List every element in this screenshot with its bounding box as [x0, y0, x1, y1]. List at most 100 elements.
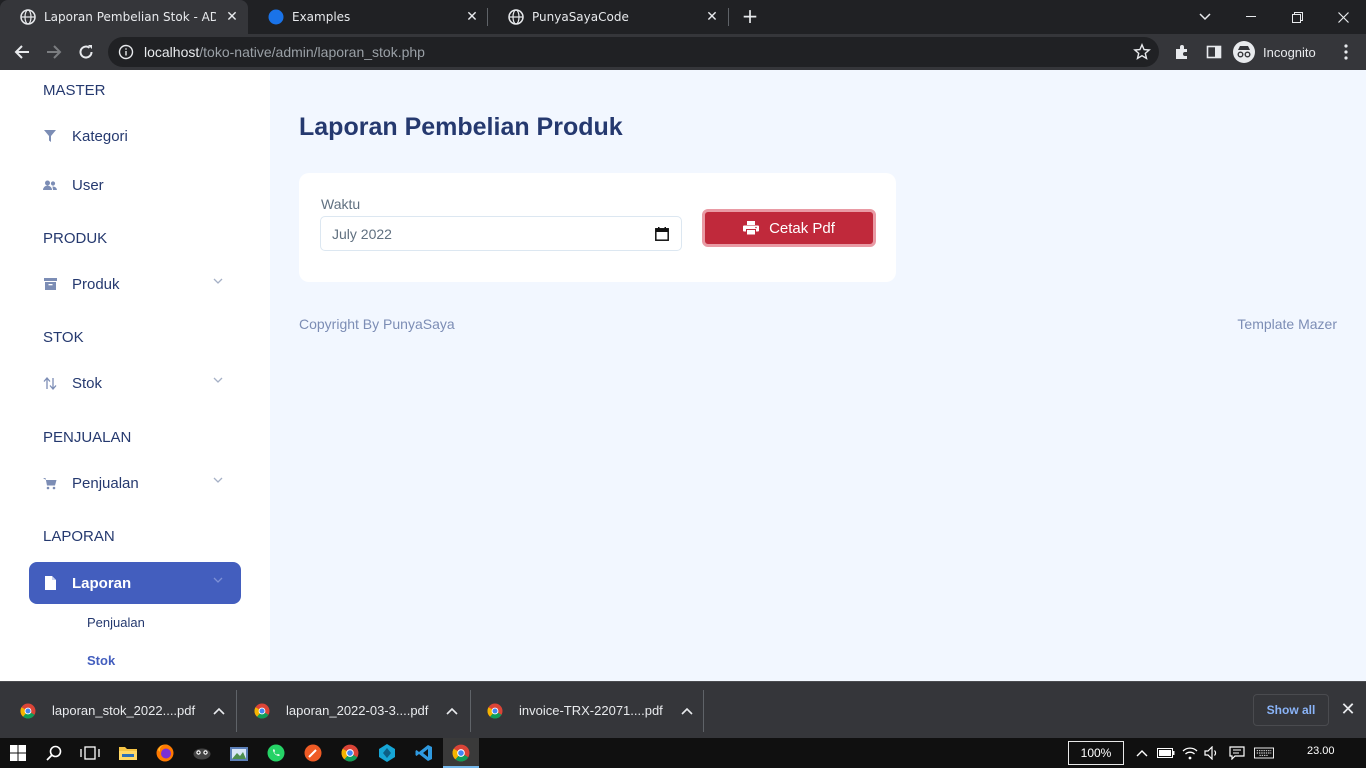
app-icon[interactable]	[377, 743, 397, 763]
postman-icon[interactable]	[303, 743, 323, 763]
close-tab-icon[interactable]: ✕	[464, 9, 480, 25]
sidebar-section-stok: STOK	[43, 329, 84, 346]
chevron-down-icon	[213, 477, 223, 483]
tray-chevron-up-icon[interactable]	[1132, 743, 1152, 763]
chevron-down-icon	[213, 278, 223, 284]
archive-icon	[43, 277, 57, 291]
task-view-icon[interactable]	[80, 743, 100, 763]
sidebar: MASTER Kategori User PRODUK Produk STOK …	[0, 70, 270, 681]
close-tab-icon[interactable]: ✕	[224, 9, 240, 25]
minimize-icon	[1246, 16, 1256, 17]
address-bar[interactable]: localhost/toko-native/admin/laporan_stok…	[108, 37, 1159, 67]
tab-title: PunyaSayaCode	[532, 10, 629, 24]
file-explorer-icon[interactable]	[118, 743, 138, 763]
incognito-indicator[interactable]: Incognito	[1233, 39, 1316, 65]
zoom-level[interactable]: 100%	[1068, 741, 1124, 765]
more-vertical-icon	[1344, 44, 1348, 60]
sidebar-item-label: Penjualan	[72, 474, 139, 492]
printer-icon	[743, 221, 760, 235]
battery-icon[interactable]	[1156, 743, 1176, 763]
image-viewer-icon[interactable]	[229, 743, 249, 763]
window-close-button[interactable]	[1320, 0, 1366, 34]
reload-button[interactable]	[72, 38, 100, 66]
forward-button[interactable]	[40, 38, 68, 66]
whatsapp-icon[interactable]	[266, 743, 286, 763]
browser-tab-punyasayacode[interactable]: PunyaSayaCode ✕	[488, 0, 728, 34]
tab-title: Laporan Pembelian Stok - ADMIN	[44, 10, 216, 24]
sidebar-item-penjualan[interactable]: Penjualan	[29, 462, 241, 504]
vscode-icon[interactable]	[414, 743, 434, 763]
show-all-downloads-button[interactable]: Show all	[1253, 694, 1329, 726]
new-tab-button[interactable]: +	[738, 5, 762, 29]
calendar-icon[interactable]	[655, 227, 669, 241]
download-file-name: invoice-TRX-22071....pdf	[519, 703, 663, 718]
chrome-icon[interactable]	[340, 743, 360, 763]
globe-icon	[20, 9, 36, 25]
notification-icon[interactable]	[1227, 743, 1247, 763]
restore-icon	[1291, 11, 1303, 23]
sidebar-item-label: Laporan	[72, 574, 132, 592]
download-item[interactable]: laporan_2022-03-3....pdf	[254, 682, 458, 739]
compass-icon	[268, 9, 284, 25]
url-path: /toko-native/admin/laporan_stok.php	[199, 44, 425, 60]
month-input[interactable]: July 2022	[320, 216, 682, 251]
chevron-down-icon	[1199, 13, 1211, 21]
browser-tab-examples[interactable]: Examples ✕	[248, 0, 488, 34]
app-icon[interactable]	[192, 743, 212, 763]
sidebar-item-stok[interactable]: Stok	[29, 362, 241, 404]
incognito-label: Incognito	[1263, 44, 1316, 60]
chevron-up-icon[interactable]	[446, 707, 458, 715]
system-clock[interactable]: 23.00	[1307, 745, 1335, 757]
submenu-item-penjualan[interactable]: Penjualan	[87, 615, 145, 630]
sidebar-item-user[interactable]: User	[29, 164, 241, 206]
restore-button[interactable]	[1274, 0, 1320, 34]
back-button[interactable]	[8, 38, 36, 66]
download-file-name: laporan_2022-03-3....pdf	[286, 703, 429, 718]
side-panel-button[interactable]	[1200, 38, 1228, 66]
sidebar-section-penjualan: PENJUALAN	[43, 429, 132, 446]
sidebar-item-label: Kategori	[72, 127, 128, 145]
site-info-icon[interactable]	[118, 44, 134, 60]
submenu-item-stok[interactable]: Stok	[87, 653, 115, 668]
chevron-down-icon	[213, 577, 223, 583]
chevron-up-icon[interactable]	[213, 707, 225, 715]
chrome-icon	[20, 703, 36, 719]
side-panel-icon	[1206, 45, 1222, 59]
close-download-shelf-icon[interactable]: ✕	[1338, 700, 1358, 720]
download-item[interactable]: invoice-TRX-22071....pdf	[487, 682, 693, 739]
download-item[interactable]: laporan_stok_2022....pdf	[20, 682, 225, 739]
reload-icon	[79, 45, 93, 59]
bookmark-star-icon[interactable]	[1133, 43, 1151, 61]
sidebar-item-laporan[interactable]: Laporan	[29, 562, 241, 604]
sort-arrows-icon	[43, 376, 57, 390]
close-icon	[1337, 11, 1349, 23]
page-title: Laporan Pembelian Produk	[299, 113, 623, 141]
browser-tab-laporan[interactable]: Laporan Pembelian Stok - ADMIN ✕	[0, 0, 248, 34]
sidebar-item-kategori[interactable]: Kategori	[29, 115, 241, 157]
chevron-up-icon[interactable]	[681, 707, 693, 715]
volume-icon[interactable]	[1202, 743, 1222, 763]
download-shelf: laporan_stok_2022....pdf laporan_2022-03…	[0, 681, 1366, 738]
footer-template-credit[interactable]: Template Mazer	[1237, 316, 1337, 332]
users-icon	[43, 178, 57, 192]
browser-menu-button[interactable]	[1332, 38, 1360, 66]
tab-search-button[interactable]	[1182, 0, 1228, 34]
wifi-icon[interactable]	[1180, 743, 1200, 763]
cart-icon	[43, 476, 57, 490]
firefox-icon[interactable]	[155, 743, 175, 763]
globe-icon	[508, 9, 524, 25]
url-text: localhost/toko-native/admin/laporan_stok…	[144, 44, 425, 60]
report-form-card: Waktu July 2022 Cetak Pdf	[299, 173, 896, 282]
close-tab-icon[interactable]: ✕	[704, 9, 720, 25]
sidebar-item-label: Stok	[72, 374, 103, 392]
sidebar-item-label: Produk	[72, 275, 120, 293]
cetak-pdf-button[interactable]: Cetak Pdf	[702, 209, 876, 247]
keyboard-icon[interactable]	[1254, 743, 1274, 763]
search-icon[interactable]	[44, 743, 64, 763]
minimize-button[interactable]	[1228, 0, 1274, 34]
windows-start-icon[interactable]	[8, 743, 28, 763]
chrome-icon[interactable]	[451, 743, 471, 763]
sidebar-item-produk[interactable]: Produk	[29, 263, 241, 305]
extensions-button[interactable]	[1168, 38, 1196, 66]
arrow-left-icon	[14, 45, 29, 59]
